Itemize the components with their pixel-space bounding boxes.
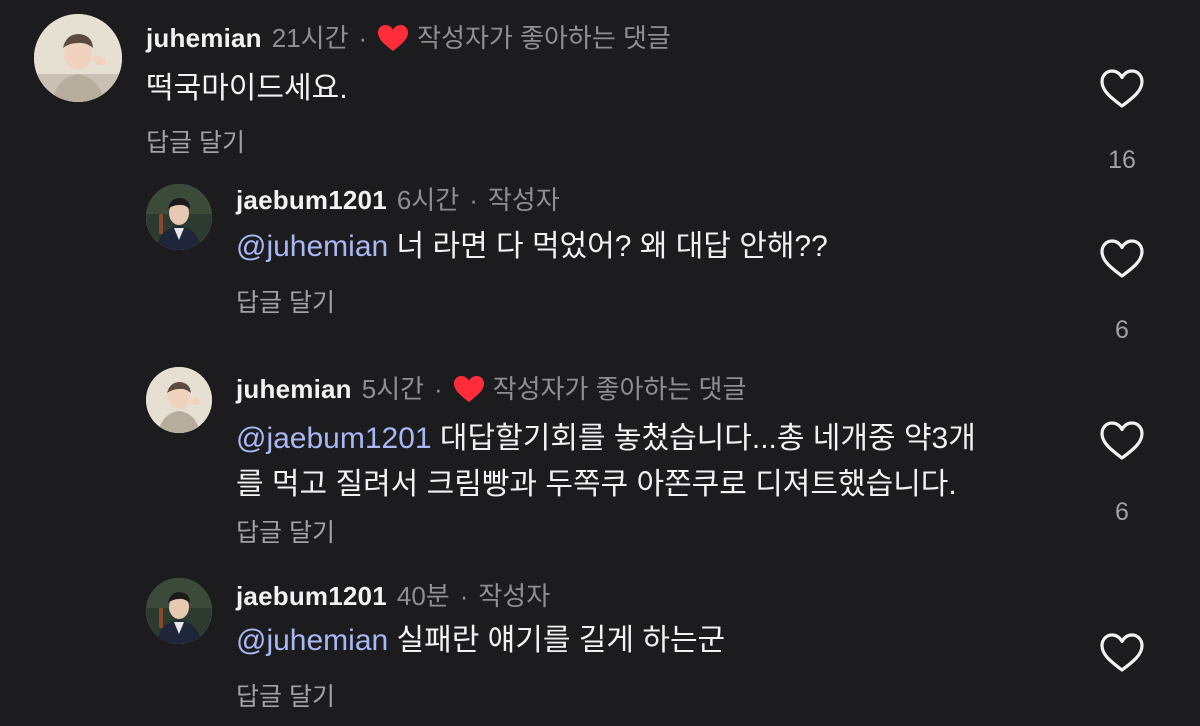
like-count: 6	[1115, 498, 1129, 526]
comment-text: @juhemian 너 라면 다 먹었어? 왜 대답 안해??	[236, 224, 828, 270]
avatar[interactable]	[146, 578, 212, 644]
reply-button[interactable]: 답글 달기	[236, 518, 335, 548]
avatar-image	[34, 14, 122, 102]
heart-filled-icon	[378, 25, 409, 51]
avatar-image	[146, 367, 212, 433]
timestamp: 5시간	[361, 374, 425, 404]
reply-button[interactable]: 답글 달기	[146, 128, 245, 158]
timestamp: 40분	[396, 581, 450, 611]
reply-button[interactable]: 답글 달기	[236, 288, 335, 318]
avatar[interactable]	[146, 367, 212, 433]
like-column: 16	[1090, 68, 1154, 175]
mention-link[interactable]: @juhemian	[236, 230, 388, 263]
heart-outline-icon[interactable]	[1099, 632, 1145, 674]
separator: ·	[469, 185, 478, 215]
comment-text: 떡국마이드세요.	[146, 72, 348, 105]
avatar[interactable]	[34, 14, 122, 102]
timestamp: 21시간	[271, 23, 349, 53]
separator: ·	[434, 374, 443, 404]
comment-meta: jaebum1201 6시간 · 작성자	[236, 184, 560, 216]
heart-outline-icon[interactable]	[1099, 238, 1145, 280]
comment-body: 실패란 얘기를 길게 하는군	[388, 624, 726, 657]
separator: ·	[358, 23, 368, 53]
comment-body: 너 라면 다 먹었어? 왜 대답 안해??	[388, 230, 828, 263]
liked-by-author-label: 작성자가 좋아하는 댓글	[417, 23, 671, 53]
liked-by-author-label: 작성자가 좋아하는 댓글	[492, 374, 747, 404]
comment-body: 대답할기회를 놓쳤습니다...총 네개중 약3개	[431, 422, 976, 455]
username[interactable]: juhemian	[236, 373, 352, 405]
heart-filled-icon	[453, 376, 484, 402]
avatar-image	[146, 184, 212, 250]
reply-button[interactable]: 답글 달기	[236, 682, 335, 712]
like-column	[1090, 632, 1154, 674]
avatar-image	[146, 578, 212, 644]
username[interactable]: jaebum1201	[236, 184, 387, 216]
comment-meta: jaebum1201 40분 · 작성자	[236, 580, 550, 612]
username[interactable]: juhemian	[146, 22, 262, 54]
comment-text: @juhemian 실패란 얘기를 길게 하는군	[236, 618, 725, 664]
like-count: 16	[1108, 146, 1136, 174]
author-badge: 작성자	[487, 185, 560, 215]
mention-link[interactable]: @jaebum1201	[236, 422, 432, 455]
heart-outline-icon[interactable]	[1099, 420, 1145, 462]
comment-text: @jaebum1201 대답할기회를 놓쳤습니다...총 네개중 약3개 를 먹…	[236, 416, 976, 508]
like-count: 6	[1115, 316, 1129, 344]
comment-line: 를 먹고 질려서 크림빵과 두쪽쿠 아쫀쿠로 디져트했습니다.	[236, 468, 957, 501]
mention-link[interactable]: @juhemian	[236, 624, 388, 657]
username[interactable]: jaebum1201	[236, 580, 387, 612]
comment-meta: juhemian 21시간 · 작성자가 좋아하는 댓글	[146, 22, 671, 54]
avatar[interactable]	[146, 184, 212, 250]
like-column: 6	[1090, 238, 1154, 345]
author-badge: 작성자	[478, 581, 551, 611]
timestamp: 6시간	[396, 185, 460, 215]
separator: ·	[459, 581, 469, 611]
comment-meta: juhemian 5시간 · 작성자가 좋아하는 댓글	[236, 373, 746, 405]
comment-line: @jaebum1201 대답할기회를 놓쳤습니다...총 네개중 약3개	[236, 416, 976, 462]
like-column: 6	[1090, 420, 1154, 527]
heart-outline-icon[interactable]	[1099, 68, 1145, 110]
